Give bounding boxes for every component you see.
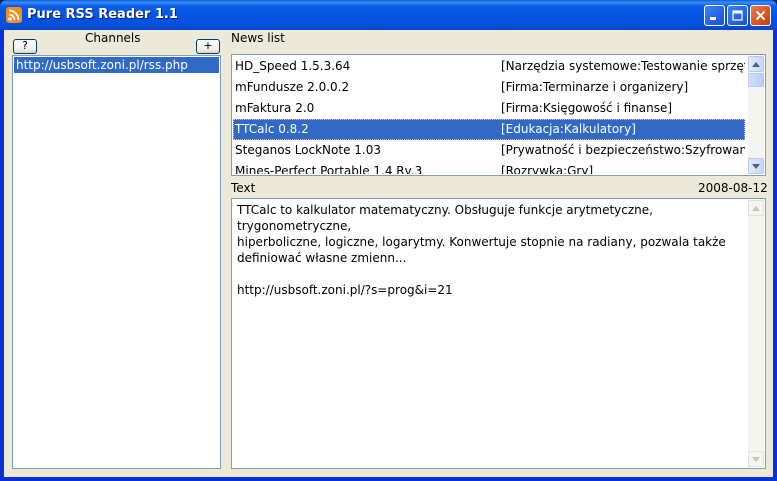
channel-item[interactable]: http://usbsoft.zoni.pl/rss.php — [14, 57, 219, 73]
news-title: Steganos LockNote 1.03 — [235, 143, 381, 157]
close-icon — [755, 10, 766, 21]
news-title: mFundusze 2.0.0.2 — [235, 80, 350, 94]
news-row[interactable]: mFaktura 2.0 [Firma:Księgowość i finanse] — [233, 98, 745, 119]
text-scroll-up-button[interactable] — [748, 200, 764, 216]
news-scrollbar[interactable] — [748, 56, 764, 174]
arrow-up-icon — [752, 205, 760, 211]
arrow-down-icon — [752, 163, 760, 169]
arrow-up-icon — [752, 61, 760, 67]
minimize-button[interactable] — [704, 5, 725, 26]
news-category: [Firma:Terminarze i organizery] — [501, 80, 689, 94]
news-category: [Edukacja:Kalkulatory] — [501, 122, 636, 136]
news-title: TTCalc 0.8.2 — [235, 122, 309, 136]
rss-icon — [6, 7, 22, 23]
title-bar[interactable]: Pure RSS Reader 1.1 — [0, 0, 777, 30]
text-scroll-down-button[interactable] — [748, 451, 764, 467]
maximize-button[interactable] — [727, 5, 748, 26]
article-text: TTCalc to kalkulator matematyczny. Obsłu… — [237, 203, 726, 297]
scroll-up-button[interactable] — [748, 56, 764, 72]
arrow-down-icon — [752, 456, 760, 462]
news-row[interactable]: Steganos LockNote 1.03 [Prywatność i bezp… — [233, 140, 745, 161]
article-date: 2008-08-12 — [698, 181, 768, 195]
maximize-icon — [732, 10, 743, 21]
minimize-icon — [710, 17, 716, 20]
news-category: [Narzędzia systemowe:Testowanie sprzętu] — [501, 59, 745, 73]
news-list-header: News list — [231, 31, 285, 45]
news-rows: HD_Speed 1.5.3.64 [Narzędzia systemowe:Te… — [233, 56, 745, 174]
window-title: Pure RSS Reader 1.1 — [27, 7, 178, 22]
news-title: Mines-Perfect Portable 1.4 Rv.3 — [235, 164, 423, 174]
client-area: Channels ? + http://usbsoft.zoni.pl/rss.… — [4, 30, 773, 477]
news-row[interactable]: TTCalc 0.8.2 [Edukacja:Kalkulatory] — [233, 119, 745, 140]
add-channel-button[interactable]: + — [196, 39, 220, 54]
news-row[interactable]: HD_Speed 1.5.3.64 [Narzędzia systemowe:Te… — [233, 56, 745, 77]
news-category: [Prywatność i bezpieczeństwo:Szyfrowanie… — [501, 143, 745, 157]
channels-list[interactable]: http://usbsoft.zoni.pl/rss.php — [12, 55, 221, 469]
close-button[interactable] — [750, 5, 771, 26]
news-list[interactable]: HD_Speed 1.5.3.64 [Narzędzia systemowe:Te… — [231, 54, 766, 176]
scroll-thumb[interactable] — [748, 73, 764, 87]
article-text-box[interactable]: TTCalc to kalkulator matematyczny. Obsłu… — [231, 198, 766, 469]
app-window: Pure RSS Reader 1.1 Channels ? + http://… — [0, 0, 777, 481]
news-row[interactable]: Mines-Perfect Portable 1.4 Rv.3 [Rozrywka… — [233, 161, 745, 174]
news-category: [Rozrywka:Gry] — [501, 164, 594, 174]
help-button[interactable]: ? — [13, 39, 37, 54]
news-category: [Firma:Księgowość i finanse] — [501, 101, 673, 115]
text-header: Text — [231, 181, 256, 195]
news-title: mFaktura 2.0 — [235, 101, 315, 115]
scroll-down-button[interactable] — [748, 158, 764, 174]
news-row[interactable]: mFundusze 2.0.0.2 [Firma:Terminarze i org… — [233, 77, 745, 98]
text-scrollbar[interactable] — [748, 200, 764, 467]
channels-header: Channels — [85, 31, 141, 45]
news-title: HD_Speed 1.5.3.64 — [235, 59, 351, 73]
